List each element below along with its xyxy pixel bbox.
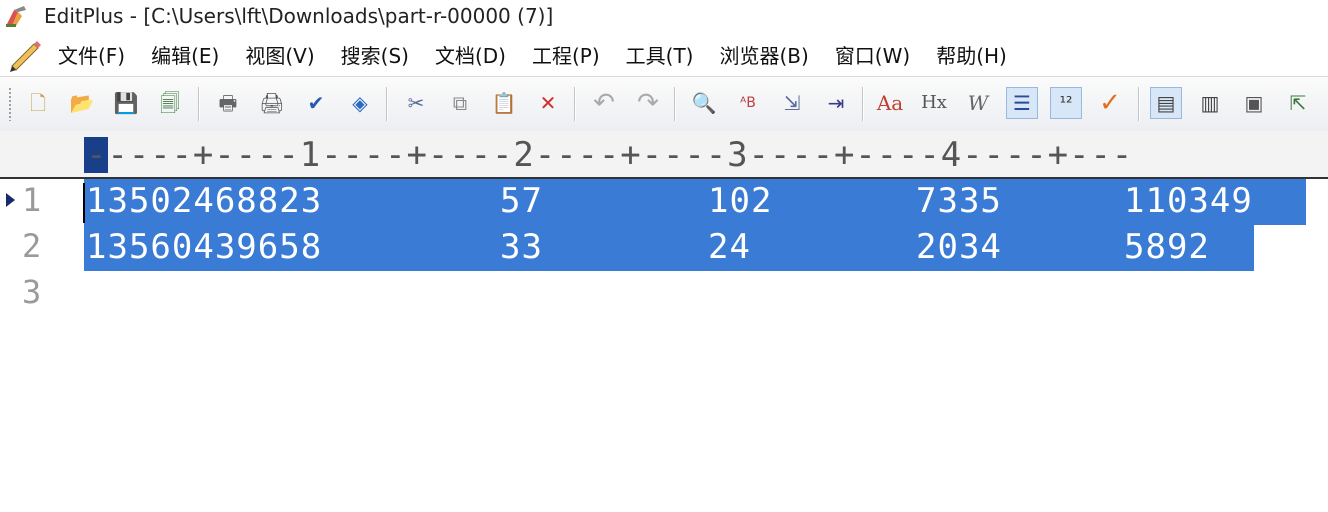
delete-icon[interactable]: ✕ [532, 87, 564, 119]
pencil-icon [6, 36, 46, 72]
toolbar-grip[interactable] [8, 87, 12, 121]
open-folder-icon[interactable]: 📂 [66, 87, 98, 119]
word-wrap-icon[interactable]: W [962, 87, 994, 119]
print-preview-icon[interactable]: 🖶 [212, 87, 244, 119]
cell-text[interactable]: 13502468823 [86, 181, 322, 221]
menu-document[interactable]: 文档(D) [435, 40, 506, 69]
cliptext-window-icon[interactable]: ▥ [1194, 87, 1226, 119]
find-icon[interactable]: 🔍 [688, 87, 720, 119]
cell-text[interactable]: 24 [708, 227, 751, 267]
menu-help[interactable]: 帮助(H) [936, 40, 1007, 69]
text-caret [83, 183, 85, 223]
cell-text[interactable]: 13560439658 [86, 227, 322, 267]
copy-icon[interactable]: ⧉ [444, 87, 476, 119]
toolbar-separator [862, 87, 864, 121]
toolbar-separator [386, 87, 388, 121]
cell-text[interactable]: 33 [500, 227, 543, 267]
cell-text[interactable]: 110349 [1124, 181, 1253, 221]
browser-preview-icon[interactable]: ◈ [344, 87, 376, 119]
menu-tools[interactable]: 工具(T) [626, 40, 694, 69]
menu-search[interactable]: 搜索(S) [341, 40, 409, 69]
line-number: 2 [22, 227, 42, 265]
check-icon[interactable]: ✓ [1094, 87, 1126, 119]
font-icon[interactable]: Aa [874, 87, 906, 119]
menu-bar: 文件(F) 编辑(E) 视图(V) 搜索(S) 文档(D) 工程(P) 工具(T… [0, 34, 1328, 74]
print-icon[interactable]: 🖨 [256, 87, 288, 119]
line-number: 3 [22, 273, 42, 311]
current-line-marker-icon [6, 193, 15, 207]
redo-icon[interactable]: ↷ [632, 87, 664, 119]
ruler-text: -----+----1----+----2----+----3----+----… [86, 135, 1134, 175]
menu-browser[interactable]: 浏览器(B) [719, 40, 808, 69]
column-ruler: -----+----1----+----2----+----3----+----… [0, 131, 1328, 179]
menu-file[interactable]: 文件(F) [58, 40, 125, 69]
cell-text[interactable]: 57 [500, 181, 543, 221]
cell-text[interactable]: 5892 [1124, 227, 1210, 267]
title-bar: EditPlus - [C:\Users\lft\Downloads\part-… [0, 0, 1328, 32]
toolbar-separator [674, 87, 676, 121]
toolbar: 🗋 📂 💾 🗐 🖶 🖨 ✔ ◈ ✂ ⧉ 📋 ✕ ↶ ↷ 🔍 ᴬB ⇲ ⇥ Aa … [0, 76, 1328, 132]
column-select-icon[interactable]: ¹² [1050, 87, 1082, 119]
menu-edit[interactable]: 编辑(E) [151, 40, 219, 69]
editplus-quill-icon[interactable] [4, 4, 30, 28]
undo-icon[interactable]: ↶ [588, 87, 620, 119]
replace-icon[interactable]: ᴬB [732, 87, 764, 119]
cell-text[interactable]: 2034 [916, 227, 1002, 267]
window-title: EditPlus - [C:\Users\lft\Downloads\part-… [44, 4, 554, 28]
menu-window[interactable]: 窗口(W) [835, 40, 910, 69]
output-window-icon[interactable]: ▣ [1238, 87, 1270, 119]
cell-text[interactable]: 7335 [916, 181, 1002, 221]
directory-window-icon[interactable]: ▤ [1150, 87, 1182, 119]
toolbar-separator [1138, 87, 1140, 121]
save-icon[interactable]: 💾 [110, 87, 142, 119]
line-number: 1 [22, 181, 42, 219]
cut-icon[interactable]: ✂ [400, 87, 432, 119]
spellcheck-icon[interactable]: ✔ [300, 87, 332, 119]
menu-view[interactable]: 视图(V) [245, 40, 314, 69]
cell-text[interactable]: 102 [708, 181, 772, 221]
indent-icon[interactable]: ⇥ [820, 87, 852, 119]
fullscreen-icon[interactable]: ⇱ [1282, 87, 1314, 119]
toolbar-separator [198, 87, 200, 121]
save-all-icon[interactable]: 🗐 [154, 87, 186, 119]
html-heading-icon[interactable]: Hx [918, 87, 950, 119]
menu-project[interactable]: 工程(P) [532, 40, 600, 69]
line-numbers-toggle-icon[interactable]: ☰ [1006, 87, 1038, 119]
toolbar-separator [574, 87, 576, 121]
paste-icon[interactable]: 📋 [488, 87, 520, 119]
text-editor[interactable]: 1 2 3 13502468823 57 102 7335 110349 135… [0, 179, 1328, 512]
goto-icon[interactable]: ⇲ [776, 87, 808, 119]
new-file-icon[interactable]: 🗋 [22, 87, 54, 119]
